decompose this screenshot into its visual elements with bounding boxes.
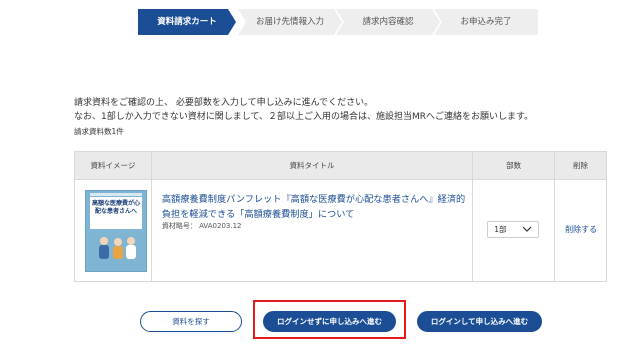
- chevron-down-icon: [522, 226, 532, 232]
- header-delete: 削除: [573, 161, 589, 170]
- intro-text: 請求資料をご確認の上、 必要部数を入力して申し込みに進んでください。 なお、1部…: [74, 96, 533, 124]
- quantity-value: 1部: [494, 225, 507, 234]
- delete-link[interactable]: 削除する: [565, 224, 597, 235]
- quantity-select[interactable]: 1部: [487, 221, 540, 238]
- header-title: 資料タイトル: [152, 152, 474, 179]
- highlight-box: [253, 300, 406, 339]
- thumbnail-caption: 高額な医療費が心配な患者さんへ: [90, 197, 142, 229]
- title-cell: 高額療養費制度パンフレット『高額な医療費が心配な患者さんへ』経済的負担を軽減でき…: [152, 180, 474, 282]
- image-cell: 高額な医療費が心配な患者さんへ: [75, 180, 152, 282]
- table-row: 高額な医療費が心配な患者さんへ 高額療養費制度パンフレット『高額な医療費が心配な…: [75, 180, 606, 282]
- header-qty: 部数: [473, 152, 556, 179]
- step-confirm: 請求内容確認: [336, 9, 440, 35]
- intro-line-2: なお、1部しか入力できない資材に関しまして、２部以上ご入用の場合は、施設担当MR…: [74, 112, 534, 122]
- material-thumbnail: 高額な医療費が心配な患者さんへ: [85, 190, 147, 272]
- search-materials-button[interactable]: 資料を探す: [140, 311, 242, 332]
- thumbnail-band: [90, 193, 142, 196]
- progress-steps: 資料請求カート お届け先情報入力 請求内容確認 お申込み完了: [138, 9, 538, 35]
- material-number: 資材略号： AVA0203.12: [161, 222, 242, 230]
- step-delivery-info: お届け先情報入力: [238, 9, 342, 35]
- step-complete: お申込み完了: [434, 9, 538, 35]
- header-image: 資料イメージ: [75, 152, 152, 179]
- delete-cell: 削除する: [555, 180, 606, 282]
- table-header: 資料イメージ 資料タイトル 部数 削除: [75, 152, 606, 180]
- material-title-link[interactable]: 高額療養費制度パンフレット『高額な医療費が心配な患者さんへ』経済的負担を軽減でき…: [162, 192, 472, 222]
- cart-table: 資料イメージ 資料タイトル 部数 削除 高額な医療費が心配な患者さんへ 高額療養…: [74, 151, 607, 282]
- intro-line-1: 請求資料をご確認の上、 必要部数を入力して申し込みに進んでください。: [74, 98, 374, 108]
- proceed-with-login-button[interactable]: ログインして申し込みへ進む: [417, 311, 542, 332]
- qty-cell: 1部: [473, 180, 556, 282]
- request-count: 請求資料数1件: [74, 127, 124, 136]
- step-cart: 資料請求カート: [138, 9, 236, 35]
- people-illustration-icon: [99, 237, 136, 259]
